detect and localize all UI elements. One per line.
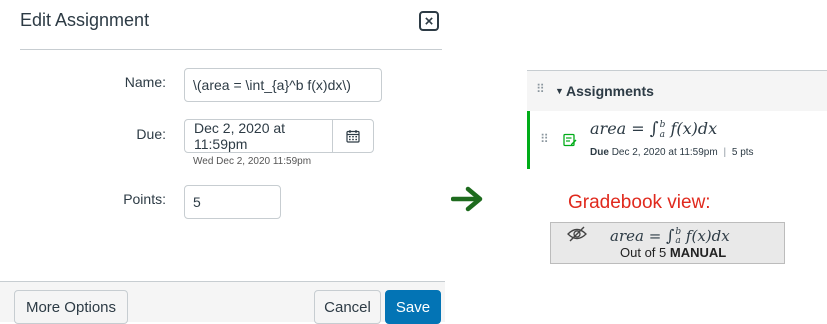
- eye-slash-icon[interactable]: [566, 226, 588, 242]
- drag-handle-icon[interactable]: ⠿: [536, 83, 545, 95]
- due-date-field[interactable]: Dec 2, 2020 at 11:59pm: [184, 119, 374, 153]
- gb-title-equals: =: [643, 227, 667, 245]
- due-date-value[interactable]: Dec 2, 2020 at 11:59pm: [185, 120, 332, 152]
- close-button[interactable]: ×: [419, 11, 439, 31]
- title-rhs: f(x)dx: [665, 119, 718, 138]
- dialog-title: Edit Assignment: [20, 10, 150, 30]
- assignment-icon: [563, 133, 577, 147]
- drag-handle-icon[interactable]: ⠿: [540, 133, 549, 145]
- edit-assignment-dialog: Edit Assignment × Name: Due: Dec 2, 2020…: [0, 0, 445, 324]
- gb-title-rhs: f(x)dx: [681, 227, 730, 245]
- gb-title-lhs: area: [610, 227, 644, 245]
- integral-symbol: ∫: [649, 119, 659, 139]
- title-equals: =: [626, 119, 650, 138]
- cancel-button[interactable]: Cancel: [314, 290, 381, 324]
- gradebook-column-header[interactable]: area = ∫ b a f(x)dx Out of 5 MANUAL: [550, 222, 785, 264]
- gb-integral-symbol: ∫: [666, 226, 675, 245]
- more-options-button[interactable]: More Options: [14, 290, 128, 324]
- caret-down-icon[interactable]: ▼: [555, 86, 564, 96]
- save-button[interactable]: Save: [385, 290, 441, 324]
- calendar-button[interactable]: [332, 120, 373, 152]
- due-label: Due:: [136, 126, 166, 142]
- gradebook-view-label: Gradebook view:: [568, 192, 711, 213]
- gb-out-of: Out of 5: [620, 245, 667, 260]
- due-date-hint: Wed Dec 2, 2020 11:59pm: [193, 156, 312, 167]
- calendar-icon: [346, 130, 360, 143]
- title-lhs: area: [590, 119, 627, 138]
- gradebook-title: area = ∫ b a f(x)dx: [610, 226, 730, 246]
- arrow-right-icon: [451, 186, 483, 212]
- published-indicator: [527, 111, 530, 169]
- close-icon: ×: [424, 12, 434, 30]
- due-label: Due: [590, 147, 609, 158]
- name-input[interactable]: [184, 68, 382, 102]
- meta-separator: |: [723, 147, 727, 158]
- gradebook-subtitle: Out of 5 MANUAL: [620, 245, 726, 260]
- dialog-divider: [20, 49, 442, 50]
- points-label: Points:: [123, 191, 166, 207]
- assignments-group-title: Assignments: [566, 83, 654, 99]
- dialog-footer: More Options Cancel Save: [0, 281, 445, 324]
- points-input[interactable]: [184, 185, 281, 219]
- due-value: Dec 2, 2020 at 11:59pm: [611, 147, 718, 158]
- assignment-item[interactable]: ⠿ area = ∫ b a f(x)dx Due Dec 2, 2020 at 1…: [527, 111, 827, 169]
- assignments-group-header[interactable]: ⠿ ▼ Assignments: [527, 70, 827, 112]
- gb-manual: MANUAL: [669, 245, 727, 260]
- assignment-meta: Due Dec 2, 2020 at 11:59pm | 5 pts: [590, 147, 754, 158]
- points-value: 5 pts: [731, 147, 754, 158]
- assignment-title[interactable]: area = ∫ b a f(x)dx: [590, 119, 717, 140]
- name-label: Name:: [124, 74, 166, 90]
